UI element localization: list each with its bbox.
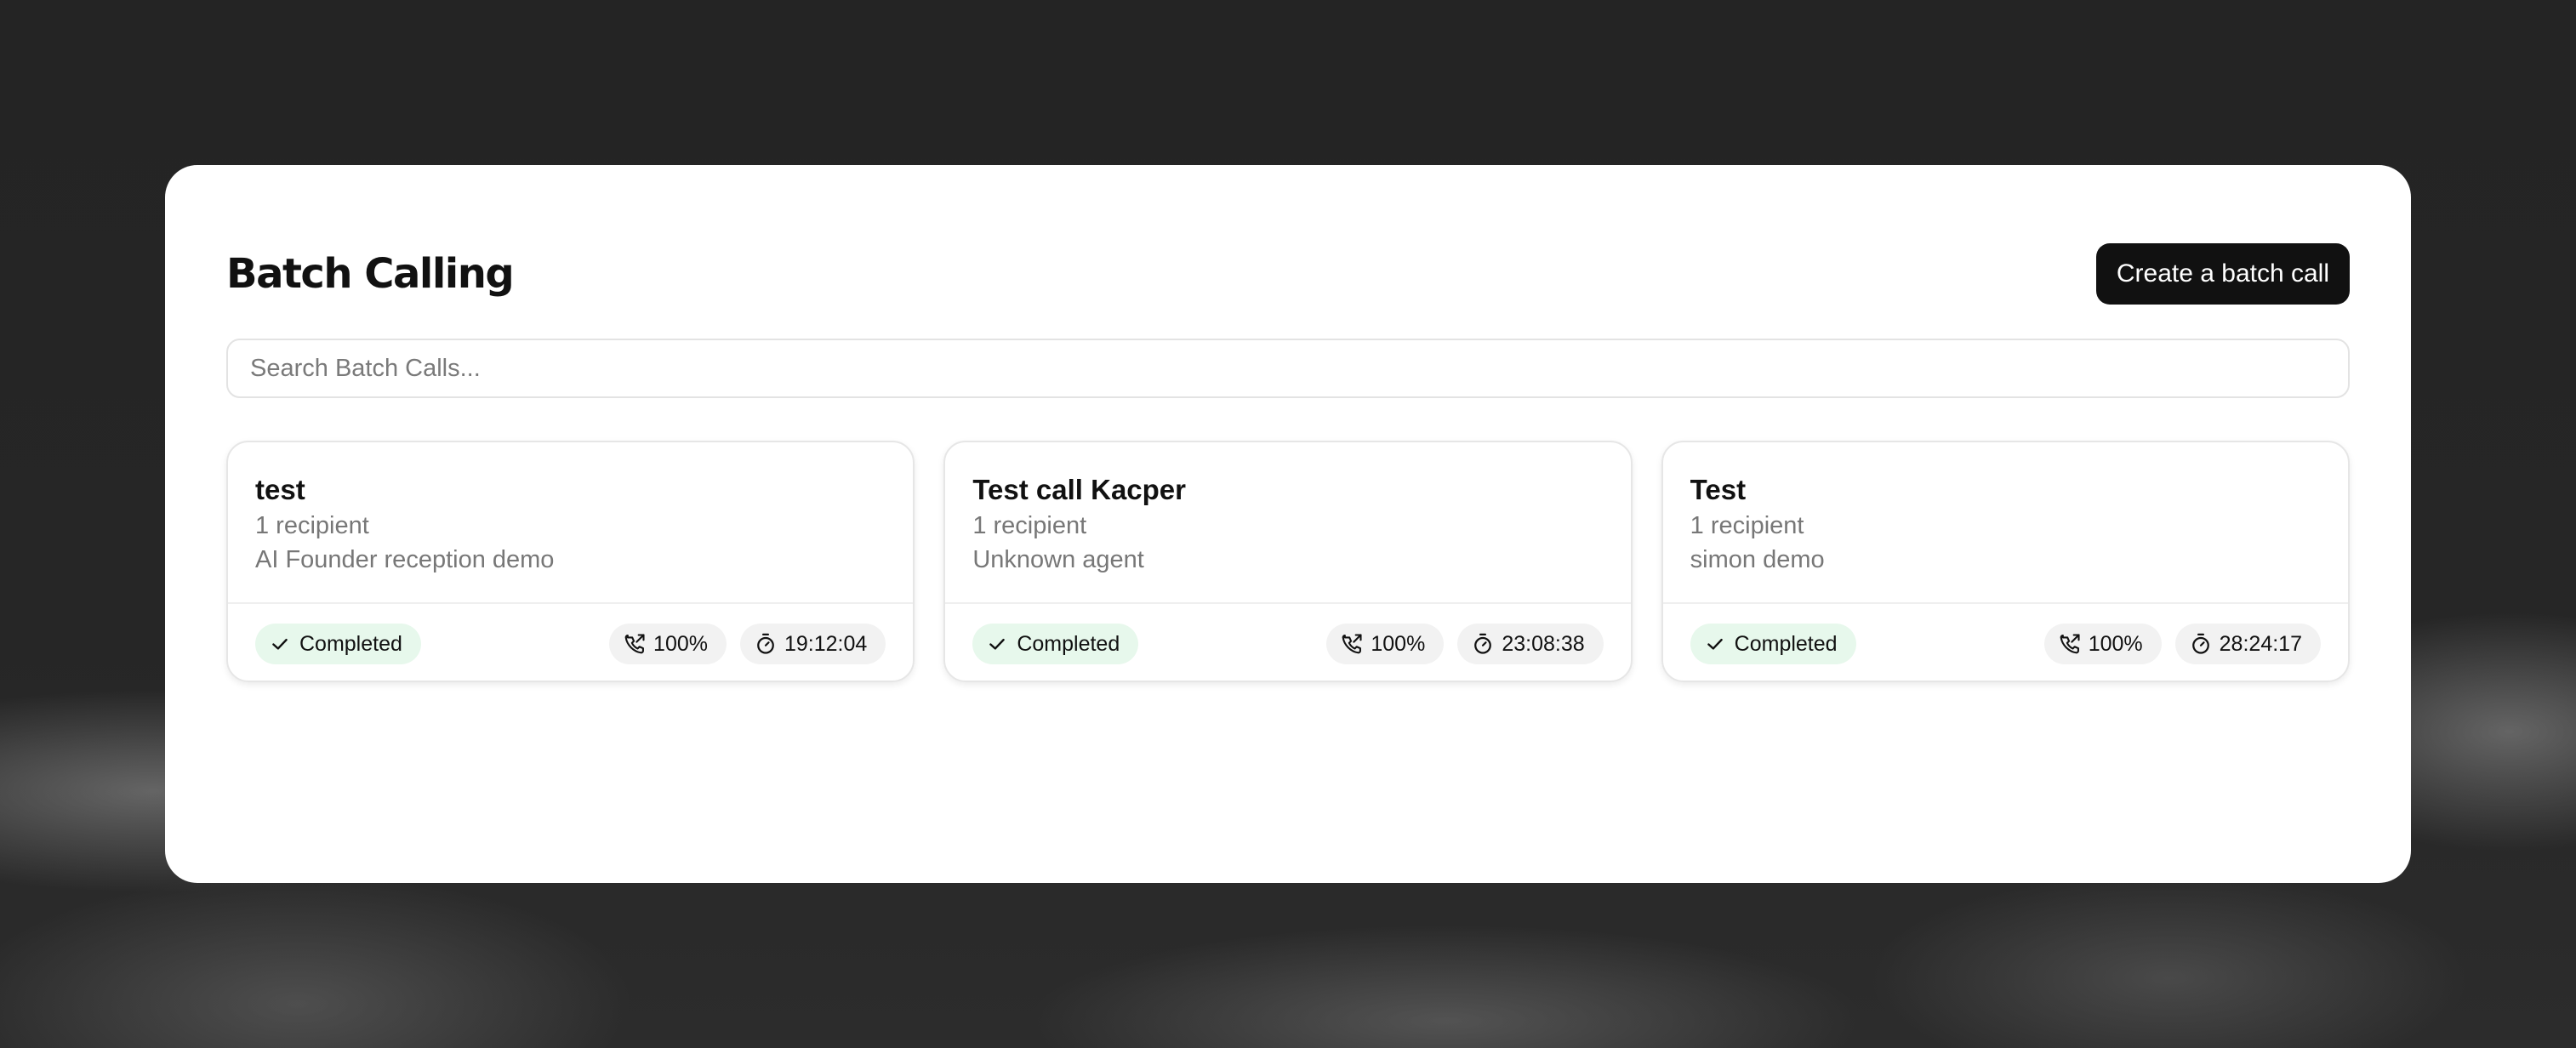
card-header: test 1 recipient AI Founder reception de… — [228, 442, 914, 604]
recipient-count: 1 recipient — [972, 512, 1087, 539]
stopwatch-icon — [757, 633, 774, 654]
check-icon — [989, 638, 1006, 650]
phone-outgoing-icon — [2060, 634, 2080, 654]
card-header: Test call Kacper 1 recipient Unknown age… — [945, 442, 1631, 604]
batch-call-list: test 1 recipient AI Founder reception de… — [226, 441, 2350, 682]
search-input[interactable] — [248, 353, 2328, 384]
create-batch-call-button[interactable]: Create a batch call — [2095, 243, 2350, 305]
recipient-count: 1 recipient — [255, 512, 369, 539]
search-bar — [226, 339, 2350, 398]
batch-name: test — [255, 474, 305, 505]
check-icon — [272, 638, 288, 650]
agent-name: simon demo — [1690, 546, 1825, 573]
duration: 28:24:17 — [2219, 631, 2302, 656]
card-footer: Completed 100% 28:24:17 — [1663, 604, 2348, 681]
stopwatch-icon — [1474, 633, 1492, 654]
success-rate: 100% — [653, 631, 708, 656]
check-icon — [1707, 638, 1723, 650]
agent-name: Unknown agent — [972, 546, 1144, 573]
batch-call-card[interactable]: Test call Kacper 1 recipient Unknown age… — [943, 441, 1633, 682]
phone-outgoing-icon — [624, 634, 645, 654]
card-footer: Completed 100% 23:08:38 — [945, 604, 1630, 681]
batch-call-card[interactable]: Test 1 recipient simon demo Completed 10… — [1661, 441, 2350, 682]
status-badge: Completed — [1690, 624, 1856, 664]
success-rate: 100% — [1371, 631, 1426, 656]
duration-chip: 23:08:38 — [1457, 624, 1604, 664]
batch-name: Test call Kacper — [972, 474, 1187, 505]
batch-calling-panel: Batch Calling Create a batch call test 1… — [165, 165, 2411, 883]
duration-chip: 19:12:04 — [740, 624, 886, 664]
duration-chip: 28:24:17 — [2174, 624, 2321, 664]
success-rate: 100% — [2088, 631, 2143, 656]
duration: 19:12:04 — [784, 631, 868, 656]
duration: 23:08:38 — [1502, 631, 1585, 656]
status-label: Completed — [1734, 631, 1838, 656]
page-header: Batch Calling Create a batch call — [226, 243, 2350, 305]
batch-call-card[interactable]: test 1 recipient AI Founder reception de… — [226, 441, 915, 682]
page-title: Batch Calling — [226, 250, 515, 298]
agent-name: AI Founder reception demo — [255, 546, 555, 573]
success-rate-chip: 100% — [609, 624, 727, 664]
success-rate-chip: 100% — [2043, 624, 2162, 664]
phone-outgoing-icon — [1342, 634, 1362, 654]
status-label: Completed — [299, 631, 402, 656]
success-rate-chip: 100% — [1326, 624, 1445, 664]
recipient-count: 1 recipient — [1690, 512, 1804, 539]
card-footer: Completed 100% 19:12:04 — [228, 604, 913, 681]
status-badge: Completed — [972, 624, 1139, 664]
status-label: Completed — [1017, 631, 1120, 656]
card-header: Test 1 recipient simon demo — [1662, 442, 2348, 604]
batch-name: Test — [1690, 474, 1747, 505]
status-badge: Completed — [255, 624, 421, 664]
stopwatch-icon — [2191, 633, 2209, 654]
